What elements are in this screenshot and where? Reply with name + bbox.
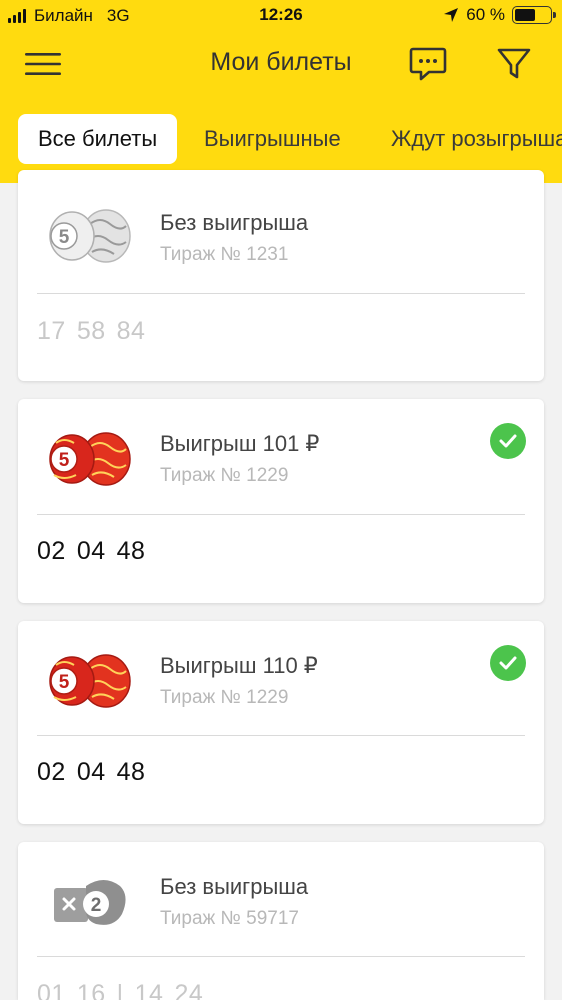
tab-bar: Все билеты Выигрышные Ждут розыгрыша	[0, 112, 562, 166]
lotto-barrel-icon: 5	[49, 209, 131, 263]
ticket-card[interactable]: 5 Выигрыш 110 ₽ Тираж № 1229 02 04 48	[18, 621, 544, 824]
status-right: 60 %	[443, 5, 556, 25]
battery-icon	[512, 6, 556, 24]
ticket-number: 04	[76, 537, 106, 565]
battery-level	[515, 9, 536, 21]
divider	[37, 514, 525, 515]
nav-bar: Мои билеты	[0, 32, 562, 94]
win-check-icon	[490, 645, 526, 681]
chat-button[interactable]	[406, 42, 450, 86]
ticket-number: 24	[174, 980, 204, 1000]
barrel-badge: 5	[59, 450, 70, 471]
ticket-number: 14	[134, 980, 164, 1000]
ticket-card[interactable]: 5 Выигрыш 101 ₽ Тираж № 1229 02 04 48	[18, 399, 544, 603]
barrel-badge: 5	[59, 672, 70, 693]
ticket-draw: Тираж № 1229	[160, 465, 289, 486]
ticket-draw: Тираж № 1229	[160, 687, 289, 708]
filter-icon	[497, 48, 531, 79]
ticket-numbers: 17 58 84	[37, 317, 156, 346]
ticket-draw: Тираж № 1231	[160, 244, 289, 265]
page-title: Мои билеты	[210, 48, 352, 76]
app-header: Билайн 3G 12:26 60 % Мои билеты Все биле…	[0, 0, 562, 183]
ticket-draw: Тираж № 59717	[160, 908, 300, 929]
location-arrow-icon	[444, 8, 459, 22]
game-ticket-icon: 2	[54, 880, 126, 925]
tab-winning[interactable]: Выигрышные	[184, 114, 361, 164]
ticket-numbers: 01 16 | 14 24	[37, 980, 214, 1000]
ticket-status: Выигрыш 101 ₽	[160, 431, 320, 456]
divider	[37, 956, 525, 957]
ticket-number: 84	[116, 317, 146, 345]
tab-all-tickets[interactable]: Все билеты	[18, 114, 178, 164]
divider	[37, 735, 525, 736]
ticket-number: 17	[37, 317, 66, 345]
battery-percent: 60 %	[466, 5, 505, 24]
chat-icon	[409, 47, 447, 81]
ticket-number: 02	[37, 537, 66, 565]
lotto-barrel-icon: 5	[49, 432, 131, 486]
tab-awaiting-draw[interactable]: Ждут розыгрыша	[371, 114, 562, 164]
ticket-numbers: 02 04 48	[37, 537, 156, 566]
ticket-number: 48	[116, 758, 146, 786]
divider	[37, 293, 525, 294]
ticket-card[interactable]: 2 Без выигрыша Тираж № 59717 01 16 | 14 24	[18, 842, 544, 1000]
lotto-barrel-icon: 5	[49, 654, 131, 708]
ticket-card[interactable]: 5 Без выигрыша Тираж № 1231 17 58 84	[18, 170, 544, 381]
win-check-icon	[490, 423, 526, 459]
ticket-number: 01	[37, 980, 66, 1000]
filter-button[interactable]	[492, 42, 536, 86]
ticket-number: 04	[76, 758, 106, 786]
ticket-number: 02	[37, 758, 66, 786]
ticket-status: Без выигрыша	[160, 874, 309, 899]
ticket-number: 48	[116, 537, 146, 565]
ticket-separator: |	[116, 980, 124, 1000]
ticket-badge: 2	[91, 895, 102, 916]
barrel-badge: 5	[59, 227, 70, 248]
ticket-number: 16	[76, 980, 106, 1000]
status-bar: Билайн 3G 12:26 60 %	[0, 0, 562, 32]
ticket-numbers: 02 04 48	[37, 758, 156, 787]
ticket-status: Выигрыш 110 ₽	[160, 653, 318, 678]
ticket-status: Без выигрыша	[160, 210, 309, 235]
ticket-number: 58	[76, 317, 106, 345]
